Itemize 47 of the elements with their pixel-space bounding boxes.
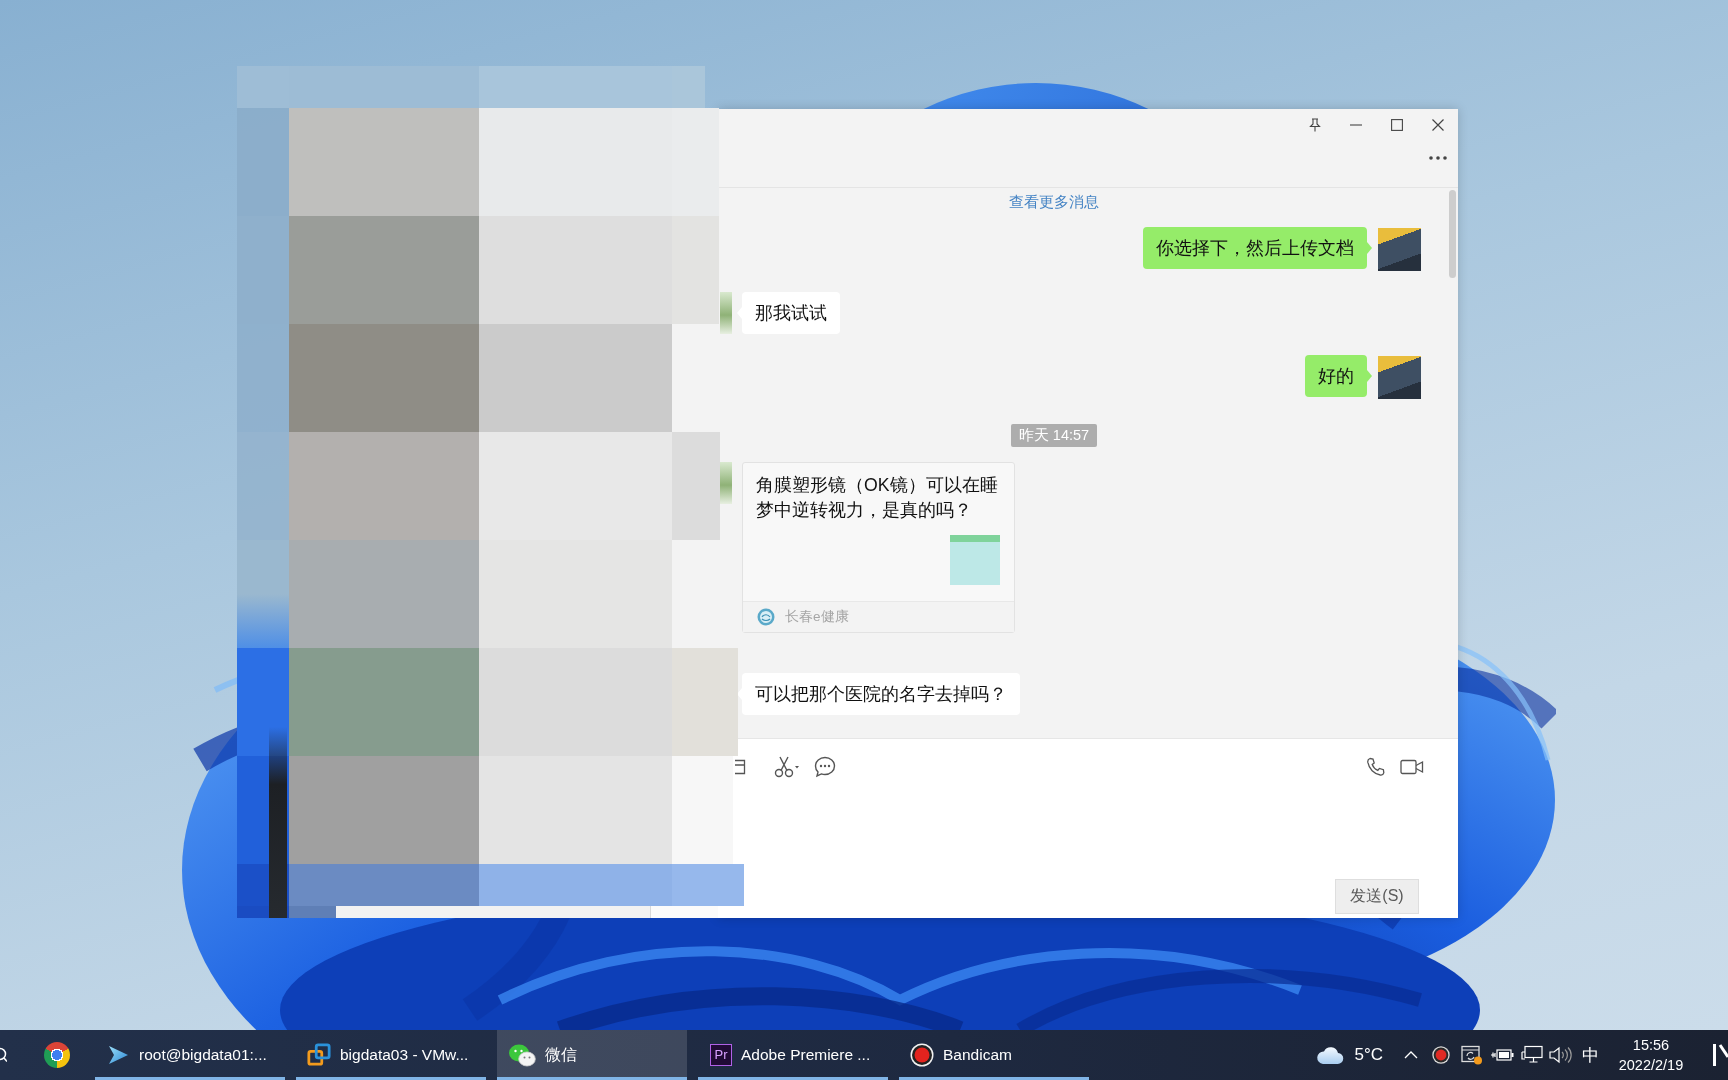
file-icon[interactable] [735, 759, 746, 775]
load-more-link[interactable]: 查看更多消息 [1009, 193, 1099, 211]
avatar-image [720, 292, 732, 334]
chat-bubbles-icon [508, 1043, 536, 1067]
minimize-icon[interactable] [1349, 124, 1362, 126]
scrollbar-thumb[interactable] [1449, 190, 1456, 278]
timestamp: 昨天 14:57 [1010, 424, 1098, 447]
pin-icon[interactable] [1307, 118, 1322, 132]
scissors-icon[interactable] [774, 756, 800, 778]
weather-temperature[interactable]: 5°C [1354, 1045, 1383, 1065]
video-camera-icon[interactable] [1400, 759, 1424, 775]
record-icon [910, 1043, 934, 1067]
caret-up-icon[interactable] [1404, 1051, 1418, 1059]
taskbar-button[interactable]: bigdata03 - VMw... [296, 1030, 486, 1080]
browser-logo-icon[interactable] [44, 1042, 70, 1068]
monitor-icon[interactable] [1521, 1045, 1543, 1065]
avatar-image [720, 462, 732, 504]
close-icon[interactable] [1431, 119, 1444, 131]
clock-date[interactable]: 2022/2/19 [1618, 1055, 1684, 1075]
card-source: 长春e健康 [785, 608, 849, 626]
window-sync-icon[interactable] [1461, 1045, 1483, 1065]
speaker-icon[interactable] [1548, 1046, 1572, 1064]
taskbar-button[interactable]: Bandicam [899, 1030, 1089, 1080]
taskbar-button[interactable]: root@bigdata01:... [95, 1030, 285, 1080]
avatar-image [1378, 228, 1421, 271]
avatar-image [1378, 356, 1421, 399]
source-logo-icon [757, 608, 775, 626]
input-method-indicator[interactable]: 中 [1582, 1043, 1599, 1067]
chevron-icon [106, 1043, 130, 1067]
chat-icon[interactable] [814, 756, 836, 778]
record-icon[interactable] [1432, 1046, 1450, 1064]
card-title: 角膜塑形镜（OK镜）可以在睡梦中逆转视力，是真的吗？ [755, 474, 999, 522]
link-card[interactable]: 角膜塑形镜（OK镜）可以在睡梦中逆转视力，是真的吗？ 长春e健康 [742, 462, 1015, 633]
cloud-icon[interactable] [1316, 1045, 1345, 1065]
maximize-icon[interactable] [1390, 119, 1403, 131]
overlapping-squares-icon [307, 1043, 331, 1067]
more-icon[interactable] [1428, 156, 1447, 160]
send-button[interactable]: 发送(S) [1335, 879, 1419, 914]
clock-time[interactable]: 15:56 [1632, 1035, 1670, 1055]
message-composer[interactable]: 发送(S) [718, 738, 1458, 918]
phone-icon[interactable] [1366, 757, 1386, 777]
app-logo-icon: Pr [710, 1044, 732, 1066]
taskbar-button[interactable]: 微信 [497, 1030, 687, 1080]
battery-icon[interactable] [1490, 1048, 1514, 1062]
taskbar-button[interactable]: Pr Adobe Premiere ... [698, 1030, 888, 1080]
thumbnail-image [950, 535, 1000, 585]
search-icon[interactable] [0, 1047, 7, 1063]
